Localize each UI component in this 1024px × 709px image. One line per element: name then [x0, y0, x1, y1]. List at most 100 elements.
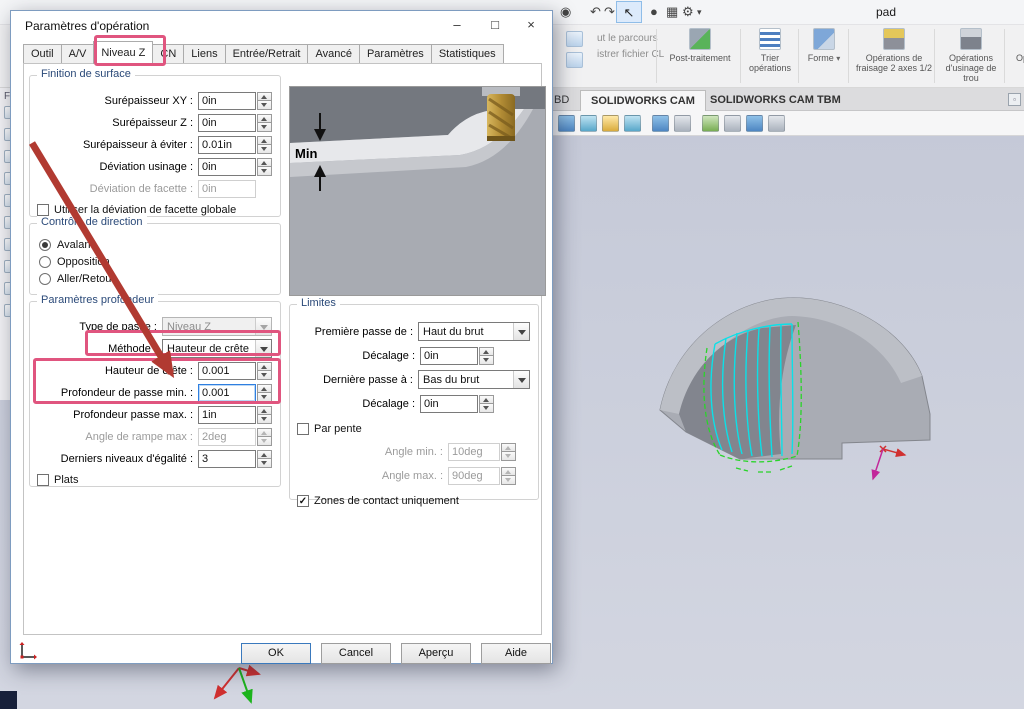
cam-tool-icon[interactable] [746, 115, 763, 132]
post-process-icon [689, 28, 711, 50]
grid-icon[interactable]: ▦ [666, 4, 678, 20]
dialog-tab-strip: Outil A/V Niveau Z CN Liens Entrée/Retra… [23, 41, 503, 64]
spinner-down-icon [257, 371, 272, 380]
hole-machining-icon [960, 28, 982, 50]
radio-aller-retour[interactable] [39, 273, 51, 285]
max-cut-depth-input[interactable]: 1in [198, 406, 256, 424]
spinner[interactable] [257, 92, 272, 110]
machining-deviation-input[interactable]: 0in [198, 158, 256, 176]
tab-avance[interactable]: Avancé [307, 44, 360, 64]
select-tool-button[interactable]: ↖ [616, 1, 642, 23]
simulate-toolpath-icon[interactable] [566, 31, 583, 47]
min-cut-depth-input[interactable]: 0.001 [198, 384, 256, 402]
save-cl-file-label-fragment[interactable]: istrer fichier CL [597, 49, 664, 60]
cam-tool-icon[interactable] [602, 115, 619, 132]
cam-tool-icon[interactable] [768, 115, 785, 132]
spinner-down-icon [257, 415, 272, 424]
tab-liens[interactable]: Liens [183, 44, 225, 64]
par-pente-checkbox[interactable] [297, 423, 309, 435]
group-finition-de-surface: Finition de surface Surépaisseur XY : 0i… [29, 75, 281, 217]
cam-tool-icon[interactable] [580, 115, 597, 132]
chevron-down-icon[interactable]: ▾ [697, 7, 702, 18]
tab-parametres[interactable]: Paramètres [359, 44, 432, 64]
method-select[interactable]: Hauteur de crête [162, 339, 272, 358]
last-pass-offset-input[interactable]: 0in [420, 395, 478, 413]
equal-levels-input[interactable]: 3 [198, 450, 256, 468]
spinner-up-icon [257, 136, 272, 146]
spinner[interactable] [479, 395, 494, 413]
axes-icon [19, 642, 37, 660]
field-row: Angle de rampe max : 2deg [34, 427, 272, 446]
field-row: Hauteur de crête : 0.001 [34, 361, 272, 380]
spinner-down-icon [501, 452, 516, 461]
cam-tool-icon[interactable] [624, 115, 641, 132]
milling-25axis-icon [883, 28, 905, 50]
facet-deviation-global-checkbox[interactable] [37, 204, 49, 216]
radio-avalant[interactable] [39, 239, 51, 251]
spinner-down-icon [479, 404, 494, 413]
angle-min-input: 10deg [448, 443, 500, 461]
spinner-down-icon [479, 356, 494, 365]
spinner[interactable] [257, 384, 272, 402]
radio-label: Aller/Retour [57, 273, 115, 285]
simulate-toolpath-label-fragment[interactable]: ut le parcours [597, 33, 658, 44]
field-label: Décalage : [294, 398, 420, 410]
first-pass-offset-input[interactable]: 0in [420, 347, 478, 365]
last-pass-select[interactable]: Bas du brut [418, 370, 530, 389]
tab-niveau-z[interactable]: Niveau Z [93, 41, 153, 64]
redo-icon[interactable]: ↷ [604, 4, 615, 20]
spinner[interactable] [257, 450, 272, 468]
help-button[interactable]: Aide [481, 643, 551, 664]
contact-zones-checkbox[interactable]: ✓ [297, 495, 309, 507]
tab-outil[interactable]: Outil [23, 44, 62, 64]
spinner-up-icon [257, 428, 272, 438]
cam-tool-icon[interactable] [558, 115, 575, 132]
tab-entree-retrait[interactable]: Entrée/Retrait [225, 44, 309, 64]
preview-button[interactable]: Aperçu [401, 643, 471, 664]
save-cl-file-icon[interactable] [566, 52, 583, 68]
spinner [501, 443, 516, 461]
spinner[interactable] [257, 114, 272, 132]
first-pass-select[interactable]: Haut du brut [418, 322, 530, 341]
close-button[interactable]: × [512, 12, 550, 39]
cam-tool-icon[interactable] [702, 115, 719, 132]
spinner[interactable] [257, 158, 272, 176]
tab-cn[interactable]: CN [152, 44, 184, 64]
pin-icon[interactable]: ▫ [1008, 93, 1021, 106]
cam-tool-icon[interactable] [674, 115, 691, 132]
allowance-z-input[interactable]: 0in [198, 114, 256, 132]
avoid-allowance-input[interactable]: 0.01in [198, 136, 256, 154]
cancel-button[interactable]: Cancel [321, 643, 391, 664]
post-process-button[interactable]: Post-traitement [662, 28, 738, 63]
flats-checkbox[interactable] [37, 474, 49, 486]
eye-icon[interactable]: ◉ [560, 4, 571, 20]
ok-button[interactable]: OK [241, 643, 311, 664]
scallop-height-input[interactable]: 0.001 [198, 362, 256, 380]
field-row: Angle max. : 90deg [294, 466, 530, 485]
gear-icon[interactable]: ⚙ [682, 4, 694, 20]
undo-icon[interactable]: ↶ [590, 4, 601, 20]
minimize-button[interactable]: – [438, 12, 476, 39]
operations-button-clipped[interactable]: Opérations [1008, 28, 1024, 63]
tab-av[interactable]: A/V [61, 44, 95, 64]
tab-solidworks-cam-tbm[interactable]: SOLIDWORKS CAM TBM [700, 90, 851, 111]
radio-opposition[interactable] [39, 256, 51, 268]
field-label: Dernière passe à : [294, 374, 418, 386]
allowance-xy-input[interactable]: 0in [198, 92, 256, 110]
forme-icon [813, 28, 835, 50]
tab-solidworks-cam[interactable]: SOLIDWORKS CAM [580, 90, 706, 111]
sphere-icon[interactable]: ● [650, 4, 658, 19]
spinner[interactable] [257, 362, 272, 380]
spinner[interactable] [257, 406, 272, 424]
cam-tool-icon[interactable] [652, 115, 669, 132]
cam-tool-icon[interactable] [724, 115, 741, 132]
hole-machining-operations-button[interactable]: Opérations d'usinage de trou [938, 28, 1004, 83]
forme-button[interactable]: Forme ▾ [802, 28, 846, 64]
radio-label: Opposition [57, 256, 110, 268]
spinner[interactable] [257, 136, 272, 154]
spinner[interactable] [479, 347, 494, 365]
milling-25axis-operations-button[interactable]: Opérations de fraisage 2 axes 1/2 [852, 28, 936, 73]
tab-statistiques[interactable]: Statistiques [431, 44, 504, 64]
sort-operations-button[interactable]: Trier opérations [744, 28, 796, 73]
maximize-button[interactable]: □ [476, 12, 514, 39]
